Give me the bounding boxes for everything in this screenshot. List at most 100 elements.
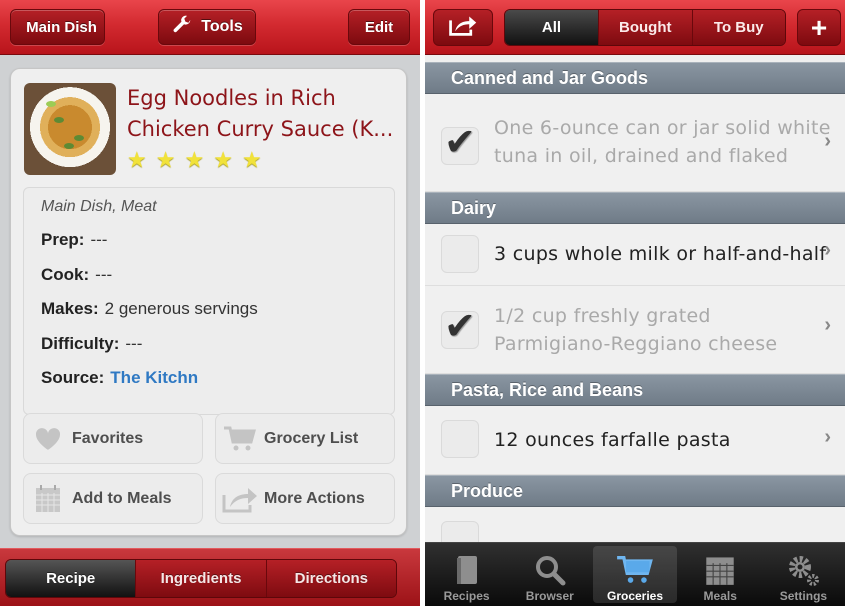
edit-button[interactable]: Edit xyxy=(348,9,410,45)
segment-ingredients[interactable]: Ingredients xyxy=(136,560,267,597)
rating-stars[interactable]: ★ ★ ★ ★ ★ xyxy=(127,147,262,173)
item-line1: 12 ounces farfalle pasta xyxy=(494,429,731,451)
item-checkbox[interactable]: ✔ xyxy=(441,304,479,349)
chevron-right-icon[interactable]: › xyxy=(824,239,831,262)
grocery-filter-control: All Bought To Buy xyxy=(504,9,786,46)
back-button-label: Main Dish xyxy=(26,18,97,36)
item-text: 12 ounces farfalle pasta xyxy=(494,426,731,454)
groceries-screen: All Bought To Buy + Canned and Jar Goods… xyxy=(425,0,845,606)
favorites-label: Favorites xyxy=(72,429,144,447)
difficulty-row: Difficulty: --- xyxy=(41,334,394,369)
chevron-right-icon[interactable]: › xyxy=(824,426,831,449)
list-item[interactable]: ✔ One 6-ounce can or jar solid white tuna… xyxy=(425,94,845,192)
tools-button[interactable]: Tools xyxy=(158,9,256,45)
tab-browser[interactable]: Browser xyxy=(508,543,591,606)
recipe-photo[interactable] xyxy=(24,83,116,175)
cook-label: Cook: xyxy=(41,264,90,284)
filter-to-buy[interactable]: To Buy xyxy=(692,10,785,45)
grocery-list-button[interactable]: Grocery List xyxy=(215,413,395,464)
heart-icon xyxy=(24,427,72,451)
prep-value: --- xyxy=(90,230,108,249)
item-checkbox[interactable] xyxy=(441,420,479,458)
item-line1: 1/2 cup freshly grated xyxy=(494,305,711,327)
prep-row: Prep: --- xyxy=(41,230,394,265)
star-icon[interactable]: ★ xyxy=(213,147,233,173)
more-actions-button[interactable]: More Actions xyxy=(215,473,395,524)
filter-bought[interactable]: Bought xyxy=(599,10,693,45)
item-text: 1/2 cup freshly grated Parmigiano-Reggian… xyxy=(494,302,777,358)
source-row: Source: The Kitchn xyxy=(41,368,394,403)
star-icon[interactable]: ★ xyxy=(242,147,262,173)
add-item-button[interactable]: + xyxy=(797,9,841,46)
list-item[interactable] xyxy=(425,507,845,559)
item-text: One 6-ounce can or jar solid white tuna i… xyxy=(494,114,831,170)
item-line2: Parmigiano-Reggiano cheese xyxy=(494,333,778,355)
recipe-segmented-control: Recipe Ingredients Directions xyxy=(5,559,397,598)
share-icon xyxy=(216,485,264,513)
tools-label: Tools xyxy=(201,18,243,35)
list-item[interactable]: 12 ounces farfalle pasta › xyxy=(425,406,845,475)
tab-meals[interactable]: Meals xyxy=(679,543,762,606)
cart-icon xyxy=(616,551,654,589)
calendar-icon xyxy=(705,551,735,589)
back-button[interactable]: Main Dish xyxy=(10,9,105,45)
tab-label: Settings xyxy=(779,589,828,603)
recipe-title-line2: Chicken Curry Sauce (K... xyxy=(127,117,394,141)
section-header: Produce xyxy=(425,475,845,507)
makes-row: Makes: 2 generous servings xyxy=(41,299,394,334)
calendar-icon xyxy=(24,484,72,513)
item-checkbox[interactable]: ✔ xyxy=(441,120,479,165)
chevron-right-icon[interactable]: › xyxy=(824,314,831,337)
recipe-navbar: Main Dish Tools Edit xyxy=(0,0,420,55)
tab-label: Groceries xyxy=(606,589,664,603)
grocery-list-label: Grocery List xyxy=(264,429,359,447)
cart-icon xyxy=(216,426,264,452)
star-icon[interactable]: ★ xyxy=(184,147,204,173)
tab-bar: Recipes Browser Groceries Meals Settings xyxy=(425,542,845,606)
section-header: Dairy xyxy=(425,192,845,224)
section-header: Canned and Jar Goods xyxy=(425,62,845,94)
checkmark-icon: ✔ xyxy=(444,120,476,164)
recipe-card: Egg Noodles in Rich Chicken Curry Sauce … xyxy=(10,68,407,536)
segment-directions[interactable]: Directions xyxy=(266,560,396,597)
list-item[interactable]: ✔ 1/2 cup freshly grated Parmigiano-Reggi… xyxy=(425,286,845,374)
tab-groceries[interactable]: Groceries xyxy=(593,546,677,603)
difficulty-value: --- xyxy=(125,333,143,353)
recipe-category: Main Dish, Meat xyxy=(41,198,157,215)
recipe-title-line1: Egg Noodles in Rich xyxy=(127,86,336,110)
prep-label: Prep: xyxy=(41,230,85,249)
star-icon[interactable]: ★ xyxy=(156,147,176,173)
item-line1: 3 cups whole milk or half-and-half xyxy=(494,243,827,265)
tab-settings[interactable]: Settings xyxy=(762,543,845,606)
makes-label: Makes: xyxy=(41,299,99,318)
checkmark-icon: ✔ xyxy=(444,304,476,348)
star-icon[interactable]: ★ xyxy=(127,147,147,173)
item-checkbox[interactable] xyxy=(441,235,479,273)
difficulty-label: Difficulty: xyxy=(41,333,120,353)
filter-all[interactable]: All xyxy=(505,10,599,45)
add-to-meals-button[interactable]: Add to Meals xyxy=(23,473,203,524)
item-text: 3 cups whole milk or half-and-half xyxy=(494,240,826,268)
plus-icon: + xyxy=(810,11,828,43)
add-to-meals-label: Add to Meals xyxy=(72,489,172,507)
search-icon xyxy=(534,551,566,589)
section-header: Pasta, Rice and Beans xyxy=(425,374,845,406)
item-line2: tuna in oil, drained and flaked xyxy=(494,145,789,167)
item-line1: One 6-ounce can or jar solid white xyxy=(494,117,831,139)
chevron-right-icon[interactable]: › xyxy=(824,130,831,153)
favorites-button[interactable]: Favorites xyxy=(23,413,203,464)
recipe-info-box: Main Dish, Meat Prep: --- Cook: --- Makes:… xyxy=(23,187,395,415)
tab-label: Meals xyxy=(703,589,737,603)
groceries-navbar: All Bought To Buy + xyxy=(425,0,845,55)
list-item[interactable]: 3 cups whole milk or half-and-half › xyxy=(425,224,845,286)
tab-recipes[interactable]: Recipes xyxy=(425,543,508,606)
tab-label: Browser xyxy=(525,589,574,603)
grocery-list: Canned and Jar Goods ✔ One 6-ounce can o… xyxy=(425,62,845,559)
share-icon xyxy=(449,13,477,42)
more-actions-label: More Actions xyxy=(264,489,365,507)
segment-recipe[interactable]: Recipe xyxy=(6,560,137,597)
cook-row: Cook: --- xyxy=(41,265,394,300)
share-button[interactable] xyxy=(433,9,493,46)
source-label: Source: xyxy=(41,368,105,387)
source-link[interactable]: The Kitchn xyxy=(110,368,198,387)
